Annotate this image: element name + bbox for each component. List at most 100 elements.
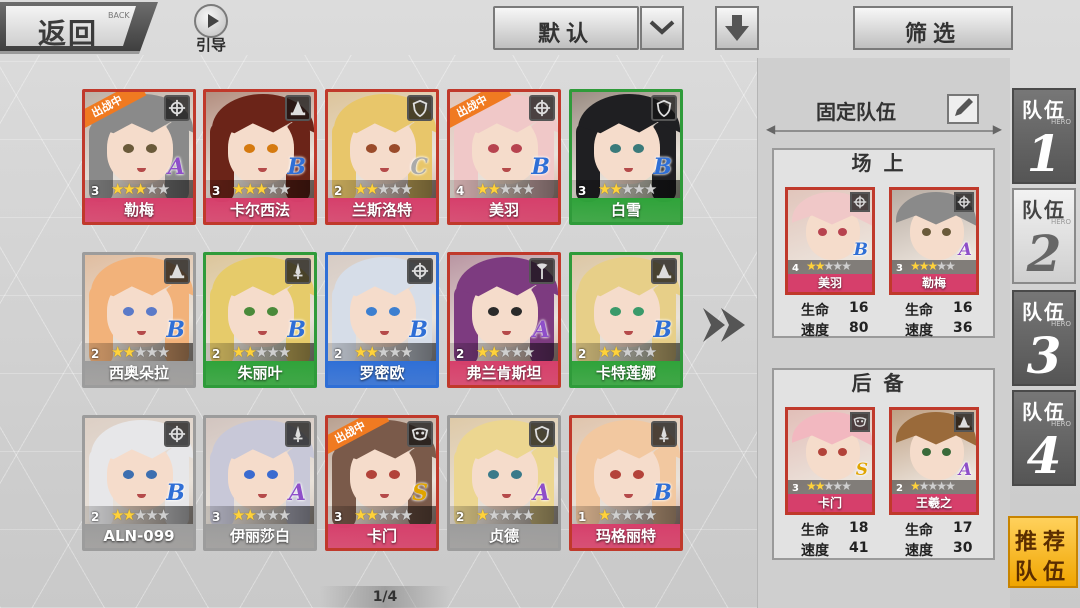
hp-stat: 生命 17: [905, 520, 973, 539]
recommend-team-button[interactable]: 推荐 队伍: [1008, 516, 1078, 588]
recommend-line1: 推荐: [1014, 530, 1071, 555]
edit-icon[interactable]: [947, 94, 979, 124]
crosshair-icon: [850, 192, 870, 212]
star-rating: ★★★★★: [232, 343, 291, 361]
star-rating: ★★★★★: [111, 506, 170, 524]
bench-title: 后备: [851, 371, 916, 395]
team-member-card[interactable]: B 4 ★★★★★ 美羽: [785, 187, 875, 295]
rank-badge: C: [410, 154, 428, 180]
star-rating: ★★★★★: [910, 259, 956, 273]
team-member-card[interactable]: S 3 ★★★★★ 卡门: [785, 407, 875, 515]
hero-name: 王羲之: [892, 494, 976, 512]
stars-row: 3 ★★★★★: [328, 506, 436, 524]
hero-card[interactable]: B 3 ★★★★★ 白雪: [569, 89, 683, 225]
hero-level: 1: [578, 510, 587, 524]
star-rating: ★★★★★: [354, 180, 413, 198]
hero-name: 弗兰肯斯坦: [450, 361, 558, 385]
stars-row: 2 ★★★★★: [450, 506, 558, 524]
hero-level: 2: [91, 510, 100, 524]
top-bar: 返回 BACK 引导 默认 筛选: [0, 0, 1080, 58]
rank-badge: A: [532, 480, 550, 506]
back-sub-label: BACK: [108, 11, 130, 20]
stars-row: 2 ★★★★★: [85, 343, 193, 361]
stars-row: 3 ★★★★★: [206, 506, 314, 524]
hp-stat: 生命 18: [801, 520, 869, 539]
hp-stat: 生命 16: [801, 300, 869, 319]
hero-level: 3: [334, 510, 343, 524]
rank-badge: S: [412, 480, 428, 506]
rank-badge: B: [531, 154, 550, 180]
hero-card[interactable]: B 4 ★★★★★ 美羽 出战中: [447, 89, 561, 225]
arrow-right-icon[interactable]: [695, 300, 755, 350]
rank-badge: B: [653, 154, 672, 180]
hero-card[interactable]: B 2 ★★★★★ 西奥朵拉: [82, 252, 196, 388]
hero-level: 4: [792, 263, 799, 274]
hp-stat: 生命 16: [905, 300, 973, 319]
hero-card[interactable]: B 2 ★★★★★ 卡特莲娜: [569, 252, 683, 388]
team-member-card[interactable]: A 3 ★★★★★ 勒梅: [889, 187, 979, 295]
guide-button[interactable]: 引导: [188, 4, 234, 56]
star-rating: ★★★★★: [476, 180, 535, 198]
hero-name: 卡门: [328, 524, 436, 548]
hero-name: 白雪: [572, 198, 680, 222]
filter-button[interactable]: 筛选: [853, 6, 1013, 50]
hero-card[interactable]: S 3 ★★★★★ 卡门 出战中: [325, 415, 439, 551]
hero-level: 2: [578, 347, 587, 361]
star-rating: ★★★★★: [806, 479, 852, 493]
team-tab-number: 4: [1026, 426, 1062, 485]
filter-label: 筛选: [904, 22, 961, 47]
team-member-card[interactable]: A 2 ★★★★★ 王羲之: [889, 407, 979, 515]
stars-row: 1 ★★★★★: [572, 506, 680, 524]
hero-card[interactable]: B 3 ★★★★★ 卡尔西法: [203, 89, 317, 225]
hero-card[interactable]: A 2 ★★★★★ 贞德: [447, 415, 561, 551]
star-rating: ★★★★★: [598, 343, 657, 361]
crosshair-icon: [954, 192, 974, 212]
hero-grid: A 3 ★★★★★ 勒梅 出战中 B 3 ★★★★★ 卡尔西法 C 2 ★★★★…: [82, 89, 686, 551]
star-rating: ★★★★★: [476, 506, 535, 524]
star-rating: ★★★★★: [354, 506, 413, 524]
onfield-title: 场上: [851, 151, 916, 175]
hero-card[interactable]: B 2 ★★★★★ ALN-099: [82, 415, 196, 551]
team-tab-4[interactable]: 队伍 HERO 4: [1012, 390, 1076, 486]
crosshair-icon: [164, 95, 190, 121]
back-button[interactable]: 返回 BACK: [0, 2, 158, 54]
hero-name: ALN-099: [85, 524, 193, 548]
hero-card[interactable]: A 3 ★★★★★ 勒梅 出战中: [82, 89, 196, 225]
hero-level: 3: [896, 263, 903, 274]
hero-card[interactable]: C 2 ★★★★★ 兰斯洛特: [325, 89, 439, 225]
hero-card[interactable]: A 3 ★★★★★ 伊丽莎白: [203, 415, 317, 551]
hero-card[interactable]: A 2 ★★★★★ 弗兰肯斯坦: [447, 252, 561, 388]
sort-dropdown-button[interactable]: [640, 6, 684, 50]
wizard-hat-icon: [164, 258, 190, 284]
sort-button[interactable]: 默认: [493, 6, 639, 50]
wizard-hat-icon: [651, 258, 677, 284]
hero-name: 贞德: [450, 524, 558, 548]
stars-row: 2 ★★★★★: [328, 343, 436, 361]
hero-card[interactable]: B 2 ★★★★★ 罗密欧: [325, 252, 439, 388]
hero-name: 美羽: [450, 198, 558, 222]
hero-name: 西奥朵拉: [85, 361, 193, 385]
dagger-icon: [285, 258, 311, 284]
star-rating: ★★★★★: [354, 343, 413, 361]
team-tab-3[interactable]: 队伍 HERO 3: [1012, 290, 1076, 386]
wizard-hat-icon: [954, 412, 974, 432]
team-tab-number: 2: [1026, 224, 1062, 283]
rank-badge: B: [409, 317, 428, 343]
hero-name: 卡尔西法: [206, 198, 314, 222]
hero-name: 伊丽莎白: [206, 524, 314, 548]
hero-card[interactable]: B 2 ★★★★★ 朱丽叶: [203, 252, 317, 388]
hero-level: 2: [456, 510, 465, 524]
hero-card[interactable]: B 1 ★★★★★ 玛格丽特: [569, 415, 683, 551]
hero-name: 玛格丽特: [572, 524, 680, 548]
team-tab-1[interactable]: 队伍 HERO 1: [1012, 88, 1076, 184]
stars-row: 2 ★★★★★: [85, 506, 193, 524]
arrow-down-icon: [725, 15, 749, 41]
crosshair-icon: [164, 421, 190, 447]
page-indicator: 1/4: [320, 586, 450, 608]
wizard-hat-icon: [285, 95, 311, 121]
rank-badge: B: [287, 154, 306, 180]
rank-badge: B: [166, 317, 185, 343]
sort-order-button[interactable]: [715, 6, 759, 50]
speed-stat: 速度 36: [905, 320, 973, 339]
team-tab-2[interactable]: 队伍 HERO 2: [1012, 188, 1076, 284]
